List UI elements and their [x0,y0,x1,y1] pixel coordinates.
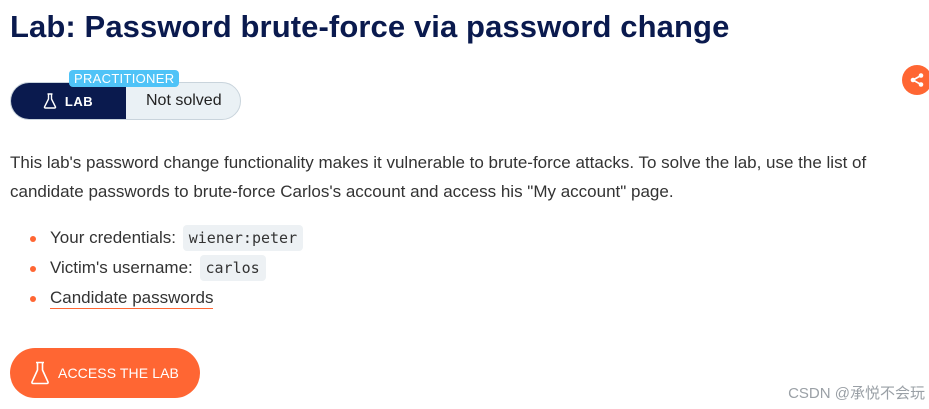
status-text: Not solved [146,92,222,109]
lab-tag: LAB [11,83,126,119]
list-item-candidates: Candidate passwords [30,285,303,315]
bullet [30,296,36,302]
candidate-passwords-link[interactable]: Candidate passwords [50,288,214,309]
list-item-victim: Victim's username: carlos [30,255,303,285]
flask-icon [31,361,49,385]
access-lab-button[interactable]: ACCESS THE LAB [10,348,200,398]
level-badge: PRACTITIONER [69,70,180,87]
victim-value: carlos [199,255,266,281]
share-icon [910,73,924,87]
bullet [30,266,36,272]
credentials-label: Your credentials: [50,228,177,247]
status-pill: LAB Not solved [10,82,241,120]
bullet [30,236,36,242]
flask-icon [43,93,57,109]
lab-page: Lab: Password brute-force via password c… [0,0,929,409]
credentials-value: wiener:peter [182,225,304,251]
page-title: Lab: Password brute-force via password c… [10,9,730,44]
watermark: CSDN @承悦不会玩 [788,385,925,402]
lab-description: This lab's password change functionality… [10,153,867,201]
access-lab-label: ACCESS THE LAB [58,365,179,381]
share-button[interactable] [902,65,929,95]
victim-label: Victim's username: [50,258,193,277]
lab-tag-label: LAB [64,93,94,109]
lab-status-widget: PRACTITIONER LAB Not solved [10,70,241,120]
list-item-credentials: Your credentials: wiener:peter [30,225,304,255]
lab-details-list: Your credentials: wiener:peter Victim's … [30,225,304,315]
